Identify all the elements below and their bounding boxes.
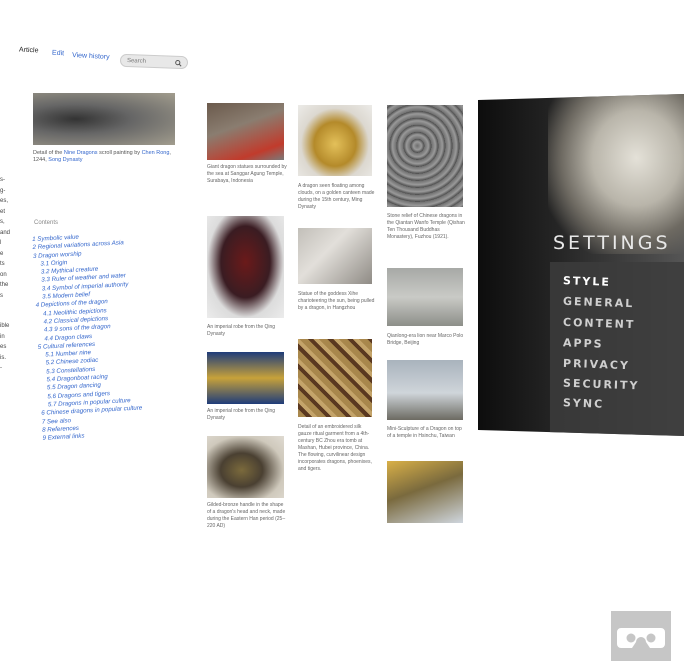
embroidered-silk-image[interactable]	[298, 339, 372, 417]
search-placeholder: Search	[126, 58, 147, 65]
left-text-fragment: s-g-es, et s, and l e ts on the s ible in es is.…	[0, 177, 11, 371]
golden-dragon-image[interactable]	[387, 461, 463, 523]
gallery-caption: A dragon seen floating among clouds, on …	[298, 183, 375, 210]
tab-edit[interactable]: Edit	[52, 50, 64, 58]
lion-statue-backdrop	[548, 94, 684, 254]
table-of-contents: 1 Symbolic value 2 Regional variations a…	[32, 228, 193, 443]
imperial-robe-image[interactable]	[207, 216, 284, 318]
cardboard-vr-icon	[617, 628, 665, 648]
gallery-caption: An imperial robe from the Qing Dynasty	[207, 324, 276, 337]
gallery-caption: Qianlong-era lion near Marco Polo Bridge…	[387, 333, 464, 346]
gallery-caption: Detail of an embroidered silk gauze ritu…	[298, 424, 372, 472]
lion-statue-image[interactable]	[387, 268, 463, 326]
search-icon[interactable]	[175, 60, 182, 67]
menu-item-sync[interactable]: SYNC	[563, 396, 605, 410]
stone-relief-image[interactable]	[387, 105, 463, 207]
tab-view-history[interactable]: View history	[72, 52, 110, 61]
menu-item-style[interactable]: STYLE	[563, 274, 611, 289]
gallery-caption: Statue of the goddess Xihe charioteering…	[298, 291, 375, 311]
gallery-caption: Gilded-bronze handle in the shape of a d…	[207, 502, 286, 529]
menu-item-general[interactable]: GENERAL	[563, 295, 635, 310]
golden-canteen-image[interactable]	[298, 105, 372, 176]
blue-robe-image[interactable]	[207, 352, 284, 404]
xihe-statue-image[interactable]	[298, 228, 372, 284]
settings-title: SETTINGS	[553, 232, 671, 254]
gallery-caption: An imperial robe from the Qing Dynasty	[207, 408, 276, 421]
lead-image-caption: Detail of the Nine Dragons scroll painti…	[33, 150, 171, 163]
menu-item-content[interactable]: CONTENT	[563, 316, 636, 332]
menu-item-privacy[interactable]: PRIVACY	[563, 357, 630, 372]
vr-mode-button[interactable]	[611, 611, 671, 661]
gallery-caption: Giant dragon statues surrounded by the s…	[207, 164, 287, 184]
bronze-handle-image[interactable]	[207, 436, 284, 498]
menu-item-apps[interactable]: APPS	[563, 336, 604, 350]
temple-sculpture-image[interactable]	[387, 360, 463, 420]
nine-dragons-image[interactable]	[33, 93, 175, 145]
menu-item-security[interactable]: SECURITY	[563, 377, 640, 393]
dragon-statues-image[interactable]	[207, 103, 284, 160]
search-input[interactable]: Search	[119, 53, 189, 70]
gallery-caption: Stone relief of Chinese dragons in the Q…	[387, 213, 465, 240]
contents-heading: Contents	[34, 220, 59, 226]
gallery-caption: Mini-Sculpture of a Dragon on top of a t…	[387, 426, 462, 439]
tab-article[interactable]: Article	[19, 46, 39, 54]
